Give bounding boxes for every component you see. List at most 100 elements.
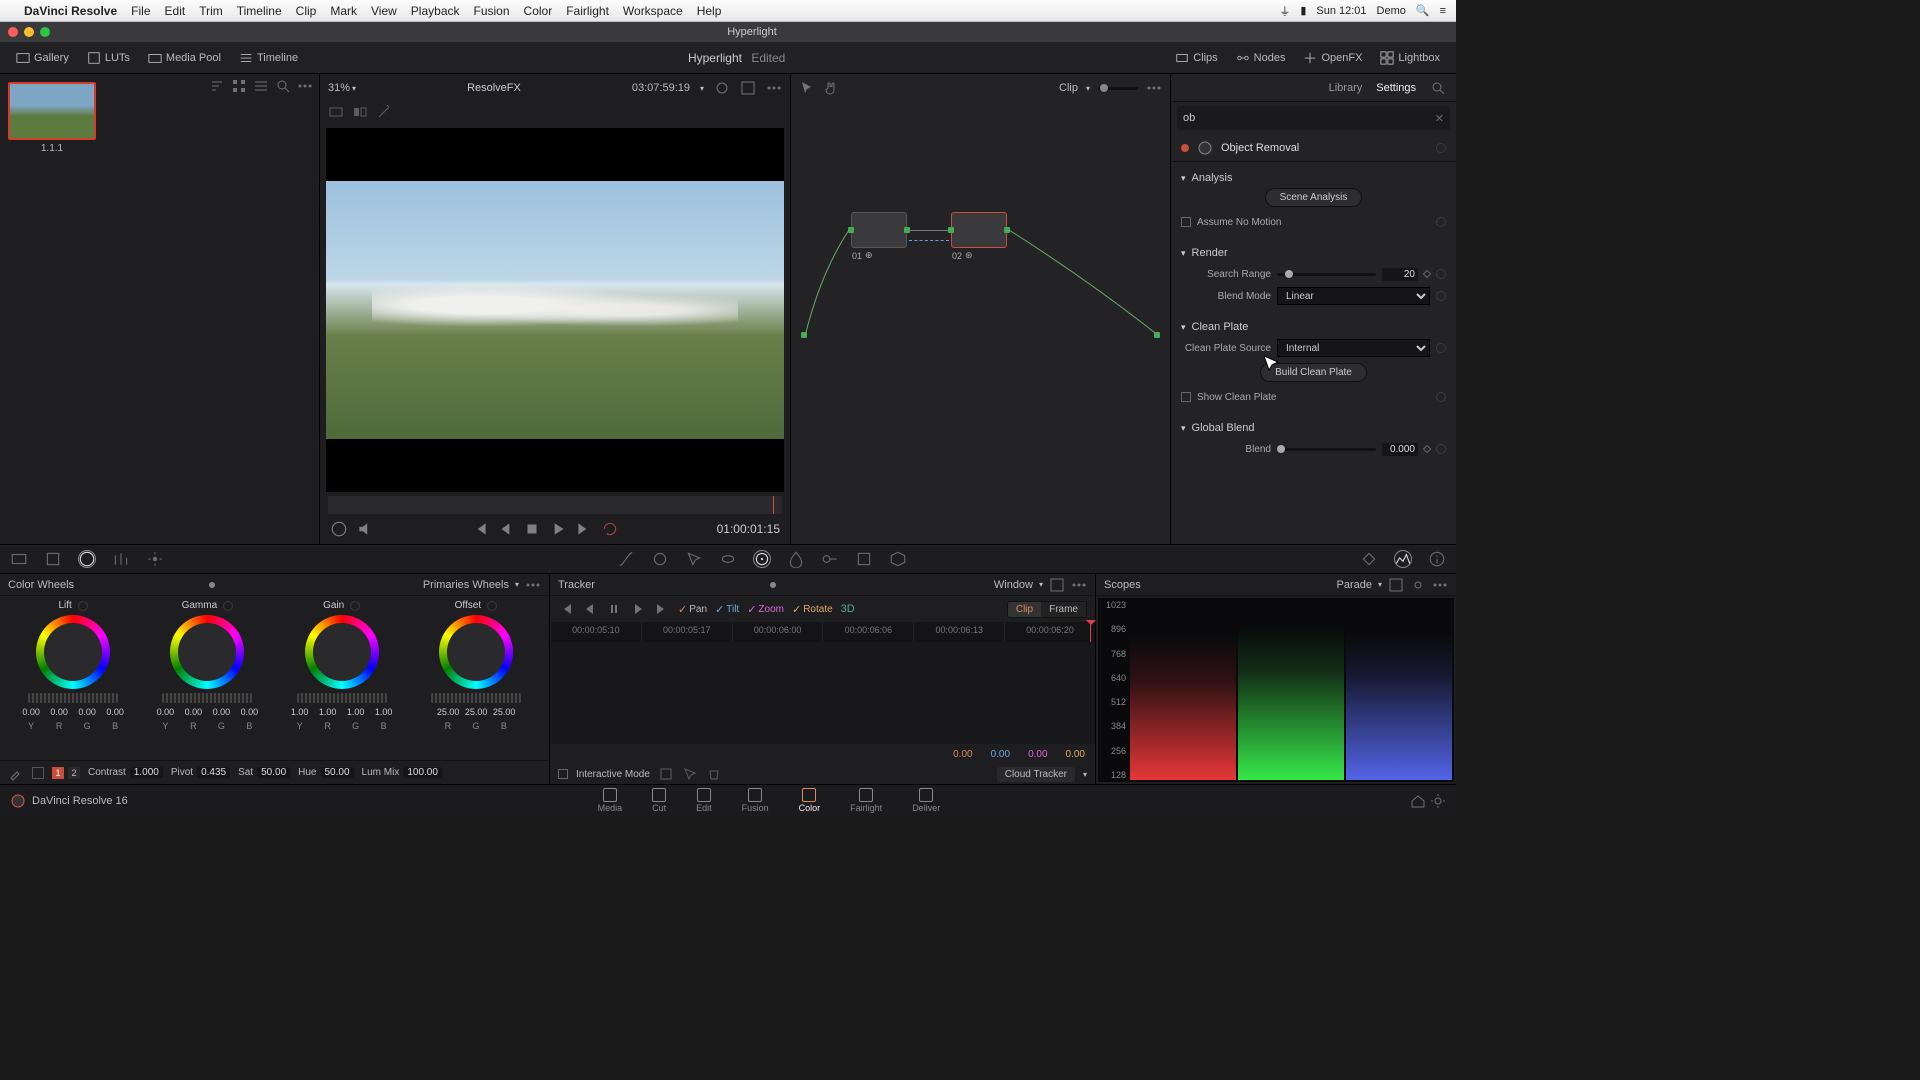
- scene-analysis-button[interactable]: Scene Analysis: [1265, 188, 1363, 207]
- mode-frame[interactable]: Frame: [1041, 602, 1086, 617]
- tilt-checkbox[interactable]: Tilt: [726, 604, 739, 615]
- status-wifi-icon[interactable]: ⏚: [1279, 3, 1290, 19]
- gain-wheel[interactable]: Gain 1.001.001.001.00 YRGB: [282, 600, 402, 760]
- gamma-wheel[interactable]: Gamma 0.000.000.000.00 YRGB: [147, 600, 267, 760]
- page-fusion[interactable]: Fusion: [742, 788, 769, 813]
- status-user[interactable]: Demo: [1377, 5, 1406, 17]
- qualifier-icon[interactable]: [685, 550, 703, 568]
- scopes-mode[interactable]: Parade: [1337, 579, 1372, 591]
- graph-input-port[interactable]: [801, 332, 807, 338]
- menu-playback[interactable]: Playback: [411, 4, 460, 18]
- menu-mark[interactable]: Mark: [330, 4, 357, 18]
- app-name[interactable]: DaVinci Resolve: [24, 4, 117, 18]
- section-clean-plate[interactable]: Clean Plate: [1192, 321, 1249, 333]
- loop-icon[interactable]: [601, 520, 619, 538]
- page-fairlight[interactable]: Fairlight: [850, 788, 882, 813]
- menu-color[interactable]: Color: [524, 4, 553, 18]
- sort-icon[interactable]: [209, 78, 225, 94]
- luts-button[interactable]: LUTs: [81, 49, 136, 67]
- project-settings-icon[interactable]: [1430, 793, 1446, 809]
- grid-icon[interactable]: [231, 78, 247, 94]
- play-icon[interactable]: [549, 520, 567, 538]
- clear-icon[interactable]: ✕: [1435, 112, 1444, 125]
- wand-icon[interactable]: [376, 104, 392, 120]
- viewer-more-icon[interactable]: [766, 80, 782, 96]
- pan-checkbox[interactable]: Pan: [689, 604, 707, 615]
- last-frame-icon[interactable]: [575, 520, 593, 538]
- reset-icon[interactable]: [350, 601, 360, 611]
- build-clean-plate-button[interactable]: Build Clean Plate: [1260, 363, 1367, 382]
- tracker-type[interactable]: Cloud Tracker: [997, 767, 1075, 782]
- mode-clip[interactable]: Clip: [1008, 602, 1041, 617]
- reset-icon[interactable]: [1436, 392, 1446, 402]
- wheels-more-icon[interactable]: [525, 577, 541, 593]
- tracker-more-icon[interactable]: [1071, 577, 1087, 593]
- picker-icon[interactable]: [8, 765, 24, 781]
- menu-edit[interactable]: Edit: [165, 4, 186, 18]
- track-rev-icon[interactable]: [582, 601, 598, 617]
- timeline-button[interactable]: Timeline: [233, 49, 304, 67]
- page-2[interactable]: 2: [68, 767, 80, 779]
- wheels-mode[interactable]: Primaries Wheels: [423, 579, 509, 591]
- show-clean-plate-checkbox[interactable]: [1181, 392, 1191, 402]
- scopes-expand-icon[interactable]: [1388, 577, 1404, 593]
- search-icon[interactable]: [275, 78, 291, 94]
- keyframe-icon[interactable]: [1423, 445, 1431, 453]
- 3d-toggle[interactable]: 3D: [841, 603, 855, 615]
- track-fwd-icon[interactable]: [630, 601, 646, 617]
- tracker-icon[interactable]: [753, 550, 771, 568]
- menu-clip[interactable]: Clip: [296, 4, 317, 18]
- inspector-search-input[interactable]: [1183, 112, 1429, 124]
- unmute-icon[interactable]: [330, 520, 348, 538]
- fx-reset-icon[interactable]: [1436, 143, 1446, 153]
- menu-fusion[interactable]: Fusion: [474, 4, 510, 18]
- bypass-icon[interactable]: [714, 80, 730, 96]
- page-media[interactable]: Media: [598, 788, 623, 813]
- page-deliver[interactable]: Deliver: [912, 788, 940, 813]
- fullscreen-icon[interactable]: [740, 80, 756, 96]
- menu-workspace[interactable]: Workspace: [623, 4, 683, 18]
- viewer-zoom[interactable]: 31%▾: [328, 82, 356, 94]
- inspector-search[interactable]: ✕: [1177, 106, 1450, 130]
- more-icon[interactable]: [297, 78, 313, 94]
- graph-output-port[interactable]: [1154, 332, 1160, 338]
- page-edit[interactable]: Edit: [696, 788, 712, 813]
- audio-icon[interactable]: [356, 520, 374, 538]
- global-blend-slider[interactable]: [1277, 448, 1376, 451]
- node-more-icon[interactable]: [1146, 80, 1162, 96]
- section-render[interactable]: Render: [1192, 247, 1228, 259]
- motion-icon[interactable]: [146, 550, 164, 568]
- reset-icon[interactable]: [487, 601, 497, 611]
- offset-wheel[interactable]: Offset 25.0025.0025.00 RGB: [416, 600, 536, 760]
- camera-raw-icon[interactable]: [10, 550, 28, 568]
- mediapool-button[interactable]: Media Pool: [142, 49, 227, 67]
- node-scope[interactable]: Clip: [1059, 82, 1078, 94]
- search-range-slider[interactable]: [1277, 273, 1376, 276]
- menu-trim[interactable]: Trim: [199, 4, 223, 18]
- first-frame-icon[interactable]: [471, 520, 489, 538]
- viewer-record-tc[interactable]: 01:00:01:15: [717, 522, 780, 536]
- reset-icon[interactable]: [1436, 444, 1446, 454]
- info-icon[interactable]: [1428, 550, 1446, 568]
- page-color[interactable]: Color: [799, 788, 821, 813]
- viewer-scrubber[interactable]: [328, 496, 782, 514]
- hand-icon[interactable]: [823, 80, 839, 96]
- track-stop-icon[interactable]: [606, 601, 622, 617]
- sat-value[interactable]: 50.00: [257, 767, 290, 778]
- nodes-button[interactable]: Nodes: [1230, 49, 1292, 67]
- lift-wheel[interactable]: Lift 0.000.000.000.00 YRGB: [13, 600, 133, 760]
- zoom-window-icon[interactable]: [40, 27, 50, 37]
- section-global-blend[interactable]: Global Blend: [1192, 422, 1255, 434]
- tab-library[interactable]: Library: [1329, 82, 1363, 94]
- node-01[interactable]: 01⊕: [851, 212, 907, 248]
- keyframes-icon[interactable]: [1360, 550, 1378, 568]
- keyframe-icon[interactable]: [1423, 270, 1431, 278]
- hue-value[interactable]: 50.00: [321, 767, 354, 778]
- status-clock[interactable]: Sun 12:01: [1316, 5, 1366, 17]
- scopes-more-icon[interactable]: [1432, 577, 1448, 593]
- wheels-icon[interactable]: [78, 550, 96, 568]
- pointer-icon[interactable]: [799, 80, 815, 96]
- status-search-icon[interactable]: 🔍: [1416, 4, 1430, 17]
- pivot-value[interactable]: 0.435: [197, 767, 230, 778]
- inspector-search-icon[interactable]: [1430, 80, 1446, 96]
